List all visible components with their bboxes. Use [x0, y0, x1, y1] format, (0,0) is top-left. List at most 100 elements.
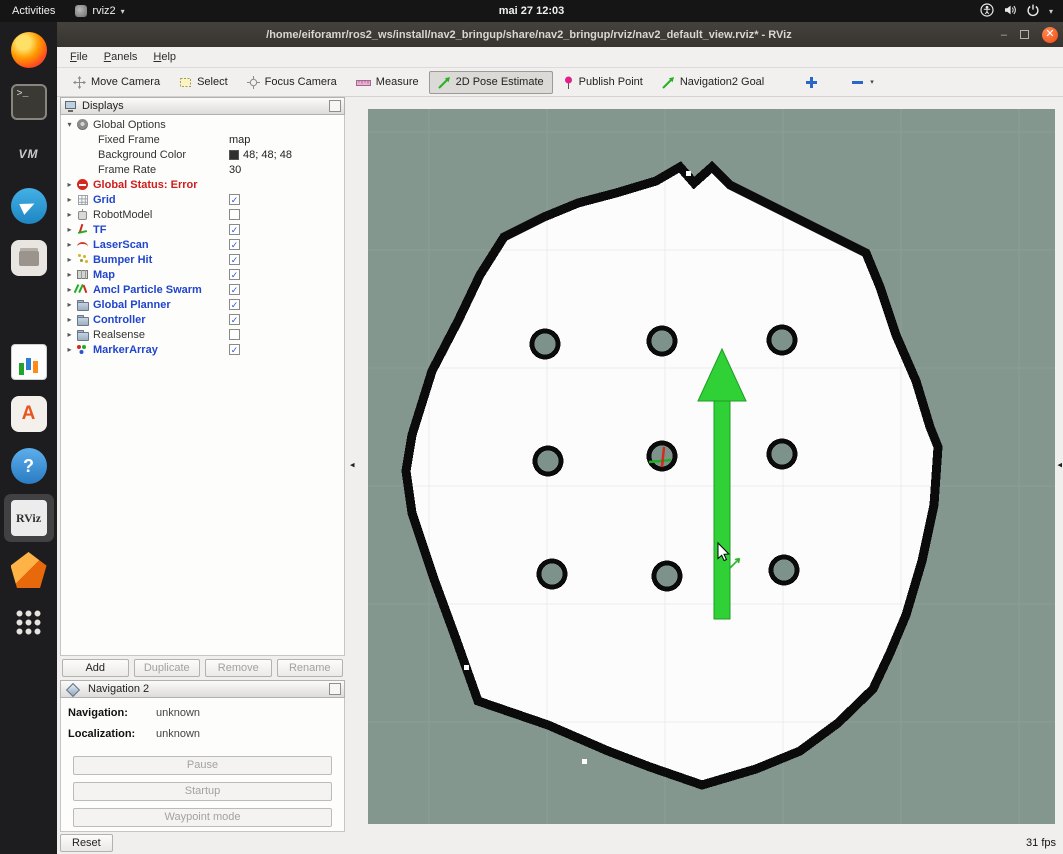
tree-row-controller[interactable]: ▸Controller✓	[61, 312, 344, 327]
add-button[interactable]: Add	[62, 659, 129, 677]
tree-row-amcl-particle-swarm[interactable]: ▸Amcl Particle Swarm✓	[61, 282, 344, 297]
tree-row-value[interactable]: 48; 48; 48	[229, 147, 292, 162]
display-enabled-checkbox[interactable]: ✓	[229, 314, 240, 325]
tool-select[interactable]: Select	[170, 71, 237, 94]
reset-button[interactable]: Reset	[60, 834, 113, 852]
activities-button[interactable]: Activities	[0, 0, 67, 22]
tool-move-camera[interactable]: Move Camera	[64, 71, 169, 94]
system-tray[interactable]: ▾	[980, 3, 1063, 20]
tree-row-markerarray[interactable]: ▸MarkerArray✓	[61, 342, 344, 357]
expand-arrow-icon[interactable]: ▸	[65, 240, 74, 249]
display-enabled-checkbox[interactable]: ✓	[229, 194, 240, 205]
tree-row-label: TF	[93, 224, 106, 236]
tree-row-background-color[interactable]: Background Color48; 48; 48	[61, 147, 344, 162]
display-enabled-checkbox[interactable]: ✓	[229, 269, 240, 280]
remove-button[interactable]: Remove	[205, 659, 272, 677]
dock-item-software[interactable]: A	[4, 390, 54, 438]
display-enabled-checkbox[interactable]: ✓	[229, 344, 240, 355]
tree-row-global-planner[interactable]: ▸Global Planner✓	[61, 297, 344, 312]
menu-help[interactable]: Help	[145, 51, 184, 63]
tool-remove-tool[interactable]: ▾	[842, 73, 883, 92]
close-icon[interactable]: ✕	[1042, 27, 1058, 43]
expand-arrow-icon[interactable]: ▸	[65, 210, 74, 219]
dock-item-terminal[interactable]: >_	[4, 78, 54, 126]
tree-row-laserscan[interactable]: ▸ LaserScan ✓	[61, 237, 344, 252]
app-menu[interactable]: rviz2 ▾	[67, 5, 132, 17]
tree-row-fixed-frame[interactable]: Fixed Framemap	[61, 132, 344, 147]
panel-splitter[interactable]: ◂	[345, 97, 368, 832]
collapse-arrow-icon[interactable]: ◂	[350, 459, 355, 470]
3d-viewport[interactable]	[368, 109, 1055, 824]
expand-arrow-icon[interactable]: ▾	[65, 120, 74, 129]
tree-row-grid[interactable]: ▸Grid✓	[61, 192, 344, 207]
tree-row-map[interactable]: ▸Map✓	[61, 267, 344, 282]
dock-item-impress[interactable]	[4, 338, 54, 386]
expand-arrow-icon[interactable]: ▸	[65, 345, 74, 354]
tree-row-robotmodel[interactable]: ▸RobotModel	[61, 207, 344, 222]
menu-panels[interactable]: Panels	[96, 51, 146, 63]
tree-row-bumper-hit[interactable]: ▸Bumper Hit✓	[61, 252, 344, 267]
tree-row-value[interactable]: map	[229, 132, 250, 147]
expand-arrow-icon[interactable]: ▸	[65, 225, 74, 234]
tree-row-realsense[interactable]: ▸ Realsense	[61, 327, 344, 342]
display-enabled-checkbox[interactable]: ✓	[229, 224, 240, 235]
dock-item-files[interactable]	[4, 234, 54, 282]
expand-arrow-icon[interactable]: ▸	[65, 300, 74, 309]
tree-row-label: Realsense	[93, 329, 145, 341]
tree-row-value[interactable]: 30	[229, 162, 241, 177]
focus-camera-icon	[247, 76, 260, 89]
dock-item-messenger[interactable]	[4, 182, 54, 230]
collapse-arrow-icon[interactable]: ◂	[1057, 459, 1062, 470]
display-enabled-checkbox[interactable]	[229, 329, 240, 340]
panel-float-button[interactable]	[329, 100, 341, 112]
dock-item-help[interactable]: ?	[4, 442, 54, 490]
minimize-icon[interactable]: –	[1001, 29, 1007, 41]
expand-arrow-icon[interactable]: ▸	[65, 285, 74, 294]
tree-row-frame-rate[interactable]: Frame Rate30	[61, 162, 344, 177]
startup-button[interactable]: Startup	[73, 782, 332, 801]
pause-button[interactable]: Pause	[73, 756, 332, 775]
expand-arrow-icon[interactable]: ▸	[65, 270, 74, 279]
dock-item-vmware[interactable]: VM	[4, 130, 54, 178]
gnome-top-bar: Activities rviz2 ▾ mai 27 12:03 ▾	[0, 0, 1063, 22]
tool-focus-camera[interactable]: Focus Camera	[238, 71, 346, 94]
maximize-icon[interactable]	[1020, 30, 1029, 39]
expand-arrow-icon[interactable]: ▸	[65, 255, 74, 264]
display-enabled-checkbox[interactable]: ✓	[229, 239, 240, 250]
laser-icon	[76, 238, 89, 251]
tree-row-global-status-error[interactable]: ▸Global Status: Error	[61, 177, 344, 192]
dock-item-rviz[interactable]: RViz	[4, 494, 54, 542]
display-enabled-checkbox[interactable]: ✓	[229, 284, 240, 295]
tool-publish-point[interactable]: Publish Point	[554, 71, 652, 94]
expand-arrow-icon[interactable]: ▸	[65, 180, 74, 189]
expand-arrow-icon[interactable]: ▸	[65, 195, 74, 204]
duplicate-button[interactable]: Duplicate	[134, 659, 201, 677]
tree-row-tf[interactable]: ▸ TF ✓	[61, 222, 344, 237]
dock-item-media-player[interactable]	[4, 286, 54, 334]
tree-row-global-options[interactable]: ▾Global Options	[61, 117, 344, 132]
display-enabled-checkbox[interactable]: ✓	[229, 254, 240, 265]
displays-panel-header[interactable]: Displays	[60, 97, 345, 115]
measure-icon	[356, 76, 371, 89]
tree-row-label: LaserScan	[93, 239, 149, 251]
clock[interactable]: mai 27 12:03	[499, 5, 564, 17]
tool-navigation2-goal[interactable]: Navigation2 Goal	[653, 71, 773, 94]
navigation2-panel-header[interactable]: Navigation 2	[60, 680, 345, 698]
tool-measure[interactable]: Measure	[347, 71, 428, 94]
tool-2d-pose-estimate[interactable]: 2D Pose Estimate	[429, 71, 553, 94]
display-enabled-checkbox[interactable]: ✓	[229, 299, 240, 310]
dock-item-orange-app[interactable]	[4, 546, 54, 594]
tool-add-tool[interactable]	[796, 71, 827, 94]
display-enabled-checkbox[interactable]	[229, 209, 240, 220]
waypoint-mode-button[interactable]: Waypoint mode	[73, 808, 332, 827]
menu-file[interactable]: File	[62, 51, 96, 63]
window-titlebar[interactable]: /home/eiforamr/ros2_ws/install/nav2_brin…	[57, 22, 1063, 47]
expand-arrow-icon[interactable]: ▸	[65, 315, 74, 324]
dock-item-firefox[interactable]	[4, 26, 54, 74]
expand-arrow-icon[interactable]: ▸	[65, 330, 74, 339]
dock-item-app-grid[interactable]	[4, 598, 54, 646]
panel-float-button[interactable]	[329, 683, 341, 695]
rename-button[interactable]: Rename	[277, 659, 344, 677]
tool-label: Measure	[376, 76, 419, 88]
nav-field-value: unknown	[156, 728, 200, 740]
